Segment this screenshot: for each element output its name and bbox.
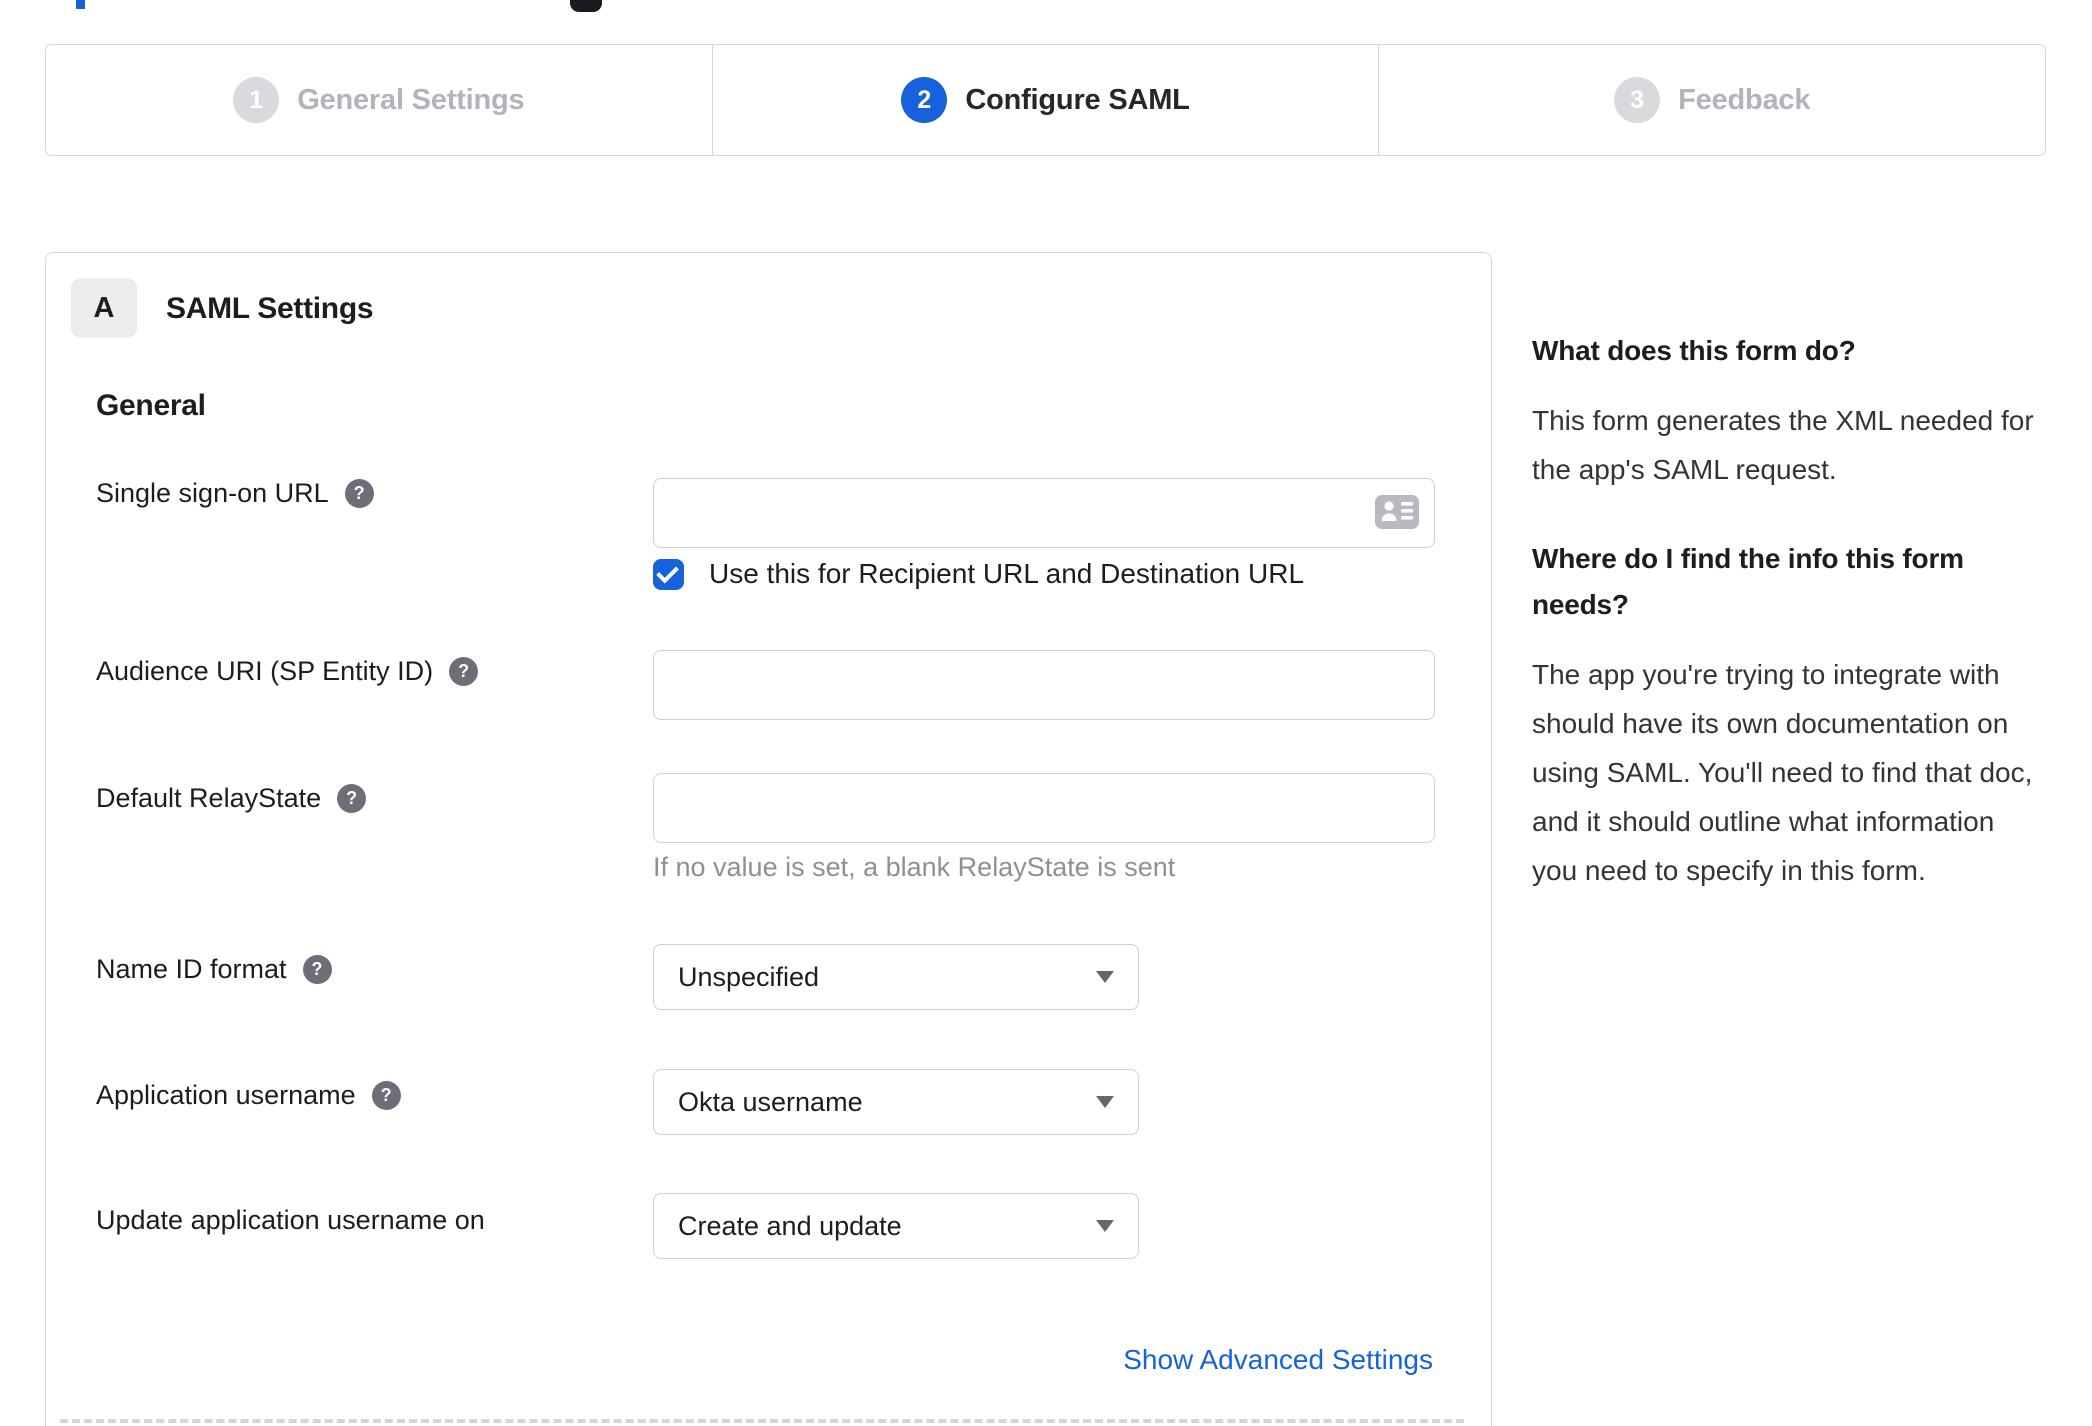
selected-value: Create and update	[678, 1210, 902, 1241]
field-label: Application username	[96, 1079, 356, 1110]
step-feedback[interactable]: 3 Feedback	[1379, 45, 2045, 155]
help-icon[interactable]: ?	[344, 478, 374, 508]
relay-state-label-row: Default RelayState ?	[96, 780, 367, 816]
sso-url-label-row: Single sign-on URL ?	[96, 475, 374, 511]
update-username-label-row: Update application username on	[96, 1202, 485, 1238]
relay-state-hint: If no value is set, a blank RelayState i…	[653, 852, 1176, 882]
app-username-select[interactable]: Okta username	[653, 1069, 1139, 1135]
step-number-badge: 2	[901, 77, 948, 123]
help-body: This form generates the XML needed for t…	[1532, 405, 2034, 485]
help-icon[interactable]: ?	[371, 1080, 401, 1110]
chevron-down-icon	[1096, 1096, 1114, 1108]
sso-url-input-wrap	[653, 478, 1435, 548]
audience-uri-input-wrap	[653, 650, 1435, 720]
field-label: Default RelayState	[96, 782, 322, 813]
relay-state-input-wrap	[653, 773, 1435, 843]
recipient-url-checkbox-label[interactable]: Use this for Recipient URL and Destinati…	[709, 557, 1304, 591]
chevron-down-icon	[1096, 1220, 1114, 1232]
help-icon[interactable]: ?	[449, 656, 479, 686]
section-divider	[60, 1419, 1464, 1423]
group-title-general: General	[96, 389, 206, 422]
step-label: Configure SAML	[965, 83, 1190, 116]
help-heading: Where do I find the info this form needs…	[1532, 543, 1964, 620]
contact-card-icon	[1375, 493, 1419, 536]
relay-state-input[interactable]	[653, 773, 1435, 843]
help-sidebar: What does this form do? This form genera…	[1532, 328, 2047, 895]
recipient-url-checkbox[interactable]	[653, 559, 684, 590]
step-configure-saml[interactable]: 2 Configure SAML	[713, 45, 1380, 155]
help-icon[interactable]: ?	[302, 954, 332, 984]
field-label: Update application username on	[96, 1204, 485, 1235]
section-a-badge: A	[71, 278, 137, 338]
name-id-format-select[interactable]: Unspecified	[653, 944, 1139, 1010]
panel-title: SAML Settings	[166, 292, 374, 325]
field-label: Audience URI (SP Entity ID)	[96, 655, 434, 686]
step-label: General Settings	[297, 83, 525, 116]
audience-uri-input[interactable]	[653, 650, 1435, 720]
app-username-label-row: Application username ?	[96, 1077, 401, 1113]
step-number-badge: 3	[1614, 77, 1661, 123]
saml-settings-panel: A SAML Settings General Single sign-on U…	[45, 252, 1492, 1426]
step-number-badge: 1	[233, 77, 280, 123]
wizard-stepper: 1 General Settings 2 Configure SAML 3 Fe…	[45, 44, 2046, 156]
chevron-down-icon	[1096, 971, 1114, 983]
name-id-format-label-row: Name ID format ?	[96, 951, 332, 987]
audience-uri-label-row: Audience URI (SP Entity ID) ?	[96, 653, 479, 689]
selected-value: Okta username	[678, 1086, 863, 1117]
update-username-select[interactable]: Create and update	[653, 1193, 1139, 1259]
top-edge-fragment-blue	[76, 0, 85, 9]
step-general-settings[interactable]: 1 General Settings	[46, 45, 713, 155]
sso-url-input[interactable]	[653, 478, 1435, 548]
show-advanced-settings-link[interactable]: Show Advanced Settings	[1123, 1344, 1433, 1376]
help-body: The app you're trying to integrate with …	[1532, 659, 2033, 886]
selected-value: Unspecified	[678, 961, 820, 992]
step-label: Feedback	[1678, 83, 1811, 116]
checkmark-icon	[655, 560, 679, 583]
help-heading: What does this form do?	[1532, 335, 1856, 366]
field-label: Name ID format	[96, 953, 287, 984]
page: 1 General Settings 2 Configure SAML 3 Fe…	[0, 0, 2092, 1426]
help-icon[interactable]: ?	[337, 783, 367, 813]
field-label: Single sign-on URL	[96, 477, 329, 508]
top-edge-fragment-dark	[570, 0, 602, 12]
